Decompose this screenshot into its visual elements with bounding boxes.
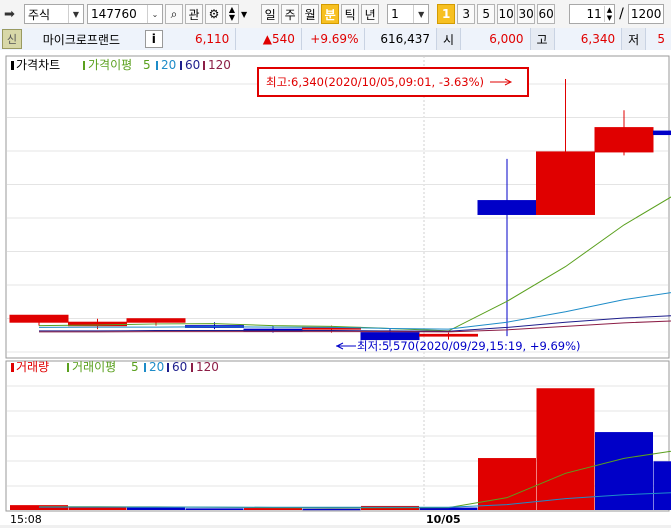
interval-select[interactable]: 1 ▼	[387, 4, 429, 24]
period-week-button[interactable]: 주	[281, 4, 299, 24]
info-button[interactable]: i	[145, 30, 163, 48]
spinner-button[interactable]: ▲▼	[225, 4, 239, 24]
price-change: ▲540	[236, 28, 302, 50]
open-price: 6,000	[461, 28, 531, 50]
legend-marker	[203, 61, 205, 70]
settings-button[interactable]: ⚙	[205, 4, 223, 24]
chevron-down-icon[interactable]: ▼	[68, 5, 83, 23]
candle-body	[10, 315, 68, 322]
period-minute-button[interactable]: 분	[321, 4, 339, 24]
x-axis-label: 10/05	[426, 513, 461, 525]
market-select[interactable]: 주식 ▼	[24, 4, 84, 24]
arrow-down-icon: ▼	[229, 14, 235, 22]
arrow-down-icon[interactable]: ▼	[607, 14, 612, 22]
candle-body	[127, 319, 185, 322]
open-label: 시	[437, 28, 461, 50]
search-button[interactable]: ⌕	[165, 4, 183, 24]
minute-60-button[interactable]: 60	[537, 4, 555, 24]
volume-bar	[244, 508, 302, 510]
volume-bar	[127, 508, 185, 510]
price-legend: 가격차트 가격이평 5 20 60 120	[11, 58, 231, 72]
stock-code-input[interactable]: 147760 ⌄	[87, 4, 163, 24]
chevron-down-icon[interactable]: ▼	[413, 5, 428, 23]
legend-marker	[167, 363, 169, 372]
current-price: 6,110	[167, 28, 237, 50]
watchlist-button[interactable]: 관	[185, 4, 203, 24]
credit-badge: 신	[2, 29, 22, 49]
count-separator: /	[619, 6, 624, 22]
period-year-button[interactable]: 년	[361, 4, 379, 24]
count-stepper[interactable]: 11 ▲▼	[569, 4, 615, 24]
volume-bar	[186, 508, 244, 510]
price-ma120-label: 120	[208, 58, 231, 72]
toolbar: ➡ 주식 ▼ 147760 ⌄ ⌕ 관 ⚙ ▲▼ ▼ 일 주 월 분 틱 년 1…	[0, 0, 671, 29]
minute-10-button[interactable]: 10	[497, 4, 515, 24]
volume-ma20-label: 20	[149, 360, 164, 374]
minute-3-button[interactable]: 3	[457, 4, 475, 24]
link-arrow-icon[interactable]: ➡	[4, 7, 22, 22]
price-ma5-label: 5	[143, 58, 151, 72]
high-label: 고	[531, 28, 555, 50]
legend-marker	[11, 363, 14, 372]
volume-ma60-label: 60	[172, 360, 187, 374]
change-rate: +9.69%	[302, 28, 366, 50]
minute-5-button[interactable]: 5	[477, 4, 495, 24]
volume-legend-title: 거래량	[16, 360, 49, 374]
period-month-button[interactable]: 월	[301, 4, 319, 24]
volume-bar	[654, 461, 671, 510]
chart-area[interactable]: 가격차트 가격이평 5 20 60 120 최고:6,340(2020/10/0…	[0, 50, 671, 525]
chart-canvas[interactable]: 가격차트 가격이평 5 20 60 120 최고:6,340(2020/10/0…	[0, 50, 671, 525]
low-label: 저	[622, 28, 646, 50]
gear-icon: ⚙	[209, 7, 220, 21]
minute-1-button[interactable]: 1	[437, 4, 455, 24]
low-annotation: 최저:5,570(2020/09/29,15:19, +9.69%)	[357, 339, 581, 353]
candle-body	[595, 128, 653, 152]
count-value: 11	[586, 7, 601, 21]
stock-code-value: 147760	[91, 7, 137, 21]
price-legend-title: 가격차트	[16, 58, 60, 72]
total-count-input[interactable]: 1200	[628, 4, 664, 24]
stock-name: 마이크로프랜드	[22, 28, 141, 50]
volume-bar	[595, 432, 653, 510]
market-select-value: 주식	[28, 6, 50, 23]
high-price: 6,340	[555, 28, 623, 50]
minute-30-button[interactable]: 30	[517, 4, 535, 24]
arrow-up-icon[interactable]: ▲	[607, 6, 612, 14]
price-ma20-label: 20	[161, 58, 176, 72]
legend-marker	[83, 61, 85, 70]
period-day-button[interactable]: 일	[261, 4, 279, 24]
volume-bar	[537, 388, 595, 510]
candle-body	[420, 334, 478, 336]
legend-marker	[11, 61, 14, 70]
interval-value: 1	[391, 7, 399, 21]
candle-body	[654, 131, 671, 134]
legend-marker	[144, 363, 146, 372]
high-annotation: 최고:6,340(2020/10/05,09:01, -3.63%)	[266, 75, 484, 89]
volume-ma-label: 거래이평	[72, 360, 116, 374]
period-tick-button[interactable]: 틱	[341, 4, 359, 24]
price-ma60-label: 60	[185, 58, 200, 72]
x-axis-label: 15:08	[10, 513, 42, 525]
volume-bar	[303, 509, 361, 511]
search-icon: ⌕	[171, 7, 178, 22]
legend-marker	[180, 61, 182, 70]
volume-ma5-label: 5	[131, 360, 139, 374]
quote-bar: 신 마이크로프랜드 i 6,110 ▲540 +9.69% 616,437 시 …	[0, 28, 671, 51]
candle-body	[478, 201, 536, 215]
legend-marker	[67, 363, 69, 372]
chevron-down-icon[interactable]: ⌄	[147, 5, 162, 23]
price-ma-label: 가격이평	[88, 58, 132, 72]
legend-marker	[191, 363, 193, 372]
chevron-down-icon[interactable]: ▼	[241, 10, 247, 19]
volume-ma120-label: 120	[196, 360, 219, 374]
candle-body	[537, 152, 595, 215]
legend-marker	[156, 61, 158, 70]
low-price: 5	[646, 28, 671, 50]
trade-volume: 616,437	[365, 28, 437, 50]
